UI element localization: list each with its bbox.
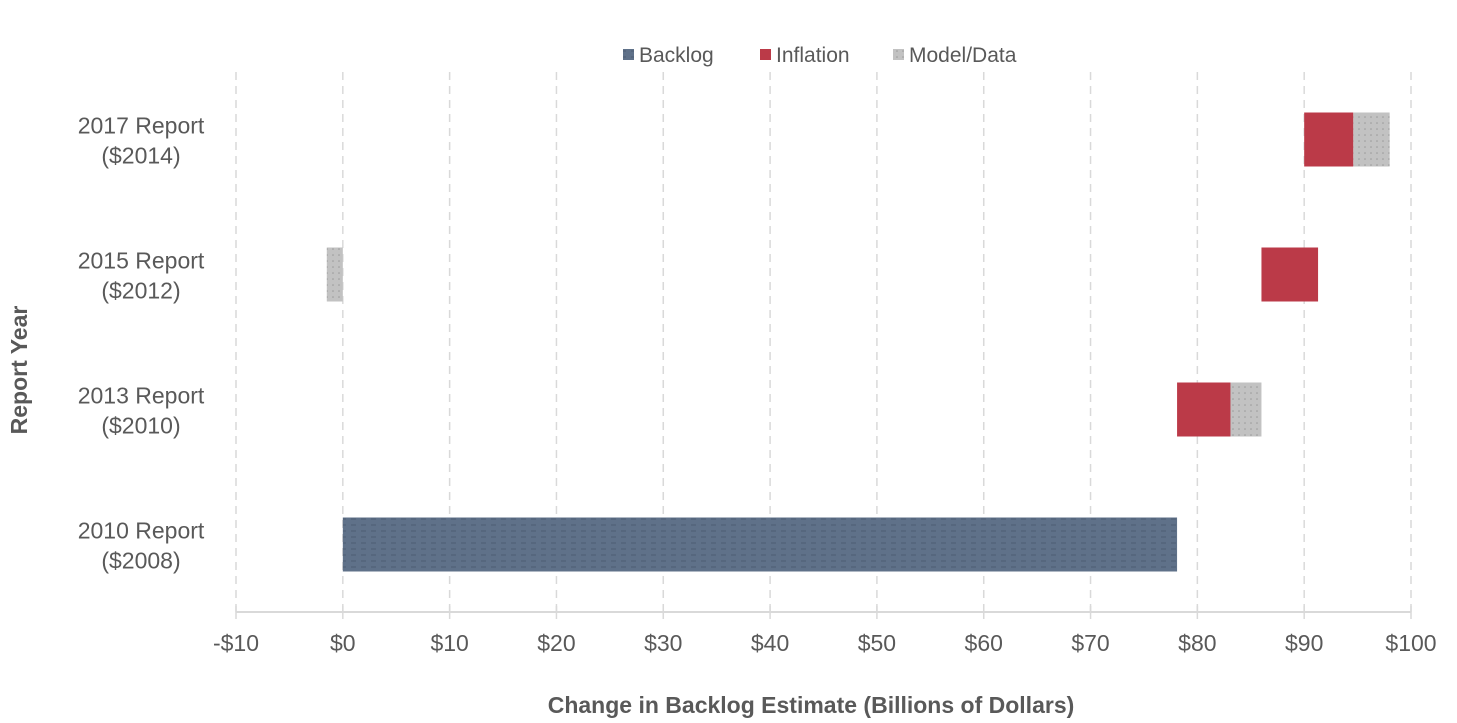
- y-category-label: 2010 Report: [78, 518, 205, 544]
- x-tick-label: $100: [1385, 630, 1436, 656]
- y-category-label: ($2014): [101, 143, 180, 169]
- bars: [326, 112, 1390, 572]
- bar-model-data: [1353, 112, 1390, 167]
- x-tick-label: -$10: [213, 630, 259, 656]
- x-tick-label: $60: [965, 630, 1003, 656]
- legend-label: Backlog: [639, 44, 714, 67]
- legend-swatch: [893, 49, 904, 60]
- x-tick-label: $30: [644, 630, 682, 656]
- legend-swatch: [623, 49, 634, 60]
- y-axis-categories: 2017 Report ($2014) 2015 Report ($2012) 2013…: [78, 113, 205, 574]
- bar-model-data: [1230, 382, 1262, 437]
- y-category-label: 2017 Report: [78, 113, 205, 139]
- bar-inflation: [1177, 382, 1231, 437]
- y-category-label: 2015 Report: [78, 248, 205, 274]
- x-tick-label: $90: [1285, 630, 1323, 656]
- x-tick-label: $20: [537, 630, 575, 656]
- y-axis-title: Report Year: [6, 306, 32, 435]
- chart: -$10 $0 $10 $20 $30 $40 $50 $60 $70 $80 $90 $100 20…: [6, 44, 1437, 718]
- legend-swatch: [760, 49, 771, 60]
- bar-inflation: [1261, 247, 1319, 302]
- x-tick-label: $40: [751, 630, 789, 656]
- legend-label: Model/Data: [909, 44, 1017, 67]
- bar-backlog: [342, 517, 1178, 572]
- x-axis: -$10 $0 $10 $20 $30 $40 $50 $60 $70 $80 $90 $100: [213, 606, 1437, 656]
- x-tick-label: $70: [1071, 630, 1109, 656]
- y-category-label: 2013 Report: [78, 383, 205, 409]
- legend-label: Inflation: [776, 44, 850, 67]
- bar-model-data: [326, 247, 343, 302]
- x-tick-label: $10: [430, 630, 468, 656]
- x-axis-title: Change in Backlog Estimate (Billions of …: [548, 692, 1075, 718]
- legend: Backlog Inflation Model/Data: [623, 44, 1017, 67]
- bar-inflation: [1304, 112, 1354, 167]
- x-tick-label: $0: [330, 630, 356, 656]
- y-category-label: ($2008): [101, 548, 180, 574]
- y-category-label: ($2010): [101, 413, 180, 439]
- x-tick-label: $80: [1178, 630, 1216, 656]
- x-tick-label: $50: [858, 630, 896, 656]
- y-category-label: ($2012): [101, 278, 180, 304]
